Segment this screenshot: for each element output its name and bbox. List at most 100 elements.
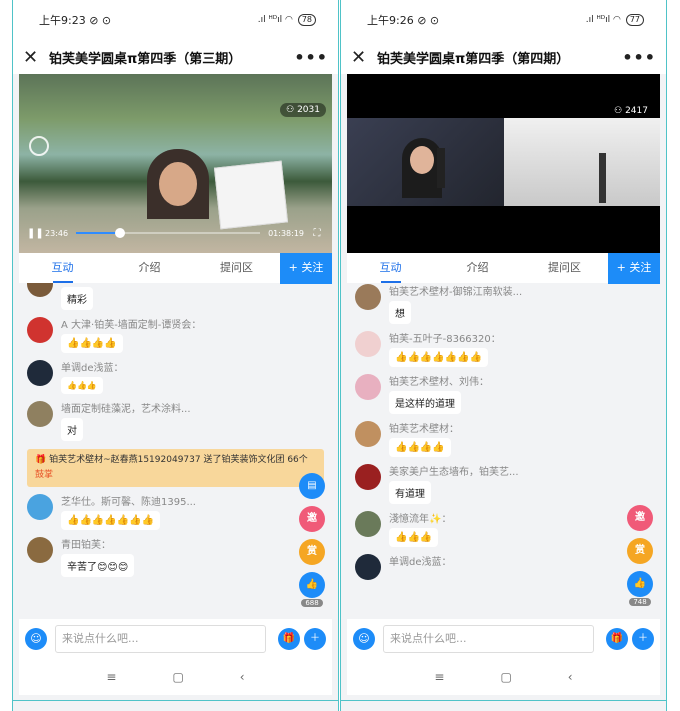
invite-button[interactable]: 邀 [627,505,653,531]
more-icon[interactable]: ••• [294,48,328,67]
avatar[interactable] [355,421,381,447]
avatar[interactable] [27,283,53,297]
follow-button[interactable]: + 关注 [280,252,332,284]
chat-message: 芝华仕。斯可馨、陈迪1395... 👍👍👍👍👍👍👍 [19,487,332,530]
total-time: 01:38:19 [268,228,304,238]
avatar[interactable] [355,554,381,580]
tab-interact[interactable]: 互动 [347,253,434,283]
more-icon[interactable]: ••• [622,48,656,67]
title-bar: ✕ 铂芙美学圆桌π第四季（第三期） ••• [13,40,338,74]
plus-icon[interactable]: ＋ [304,628,326,650]
chat-message: 单调de浅蓝： 👍👍👍 [19,353,332,394]
close-icon[interactable]: ✕ [351,47,373,68]
chat-message: A 大津·铂芙-墙面定制-谭贤会： 👍👍👍👍 [19,310,332,353]
like-button[interactable]: 👍 [299,572,325,598]
chat-message: 铂芙艺术壁材-御锦江南软装... 想 [347,283,660,324]
tab-bar: 互动 介绍 提问区 + 关注 [347,252,660,284]
reward-button[interactable]: 赏 [627,538,653,564]
sender-name: 铂芙艺术壁材、刘伟： [389,377,489,387]
back-nav-icon[interactable]: ‹ [240,670,245,684]
menu-nav-icon[interactable]: ≡ [434,670,444,684]
progress-handle[interactable] [115,228,126,238]
tab-questions[interactable]: 提问区 [521,253,608,283]
chat-message: 铂芙艺术壁材： 👍👍👍👍 [347,414,660,457]
avatar[interactable] [27,401,53,427]
message-bubble: 👍👍👍👍 [61,334,123,353]
viewer-count: ⚇ 2031 [280,103,326,117]
avatar[interactable] [27,537,53,563]
chat-list[interactable]: 精彩 A 大津·铂芙-墙面定制-谭贤会： 👍👍👍👍 单调de浅蓝： 👍👍👍 墙面定制… [19,283,332,615]
rotate-icon[interactable] [29,136,49,156]
sender-name: 铂芙艺术壁材-御锦江南软装... [389,287,523,297]
reward-button[interactable]: 赏 [299,539,325,565]
message-bubble: 是这样的道理 [389,391,461,414]
microphone-stand [437,148,445,188]
gift-icon[interactable]: 🎁 [278,628,300,650]
chat-message: 墙面定制硅藻泥，艺术涂料... 对 [19,394,332,441]
comment-input[interactable]: 来说点什么吧... [55,625,266,653]
avatar[interactable] [27,317,53,343]
emoji-icon[interactable]: ☺ [25,628,47,650]
sender-name: 美家美户生态墙布，铂芙艺... [389,467,519,477]
home-nav-icon[interactable]: ▢ [172,670,183,684]
player-controls: ❚❚ 23:46 01:38:19 ⛶ [19,223,332,243]
back-nav-icon[interactable]: ‹ [568,670,573,684]
menu-nav-icon[interactable]: ≡ [106,670,116,684]
viewer-count: ⚇ 2417 [614,106,648,116]
chat-list[interactable]: 铂芙艺术壁材-御锦江南软装... 想 铂芙-五叶子-8366320： 👍👍👍👍👍👍👍… [347,283,660,615]
sender-name: 青田铂芙： [61,540,111,550]
gift-icon[interactable]: 🎁 [606,628,628,650]
invite-button[interactable]: 邀 [299,506,325,532]
divider [13,700,338,701]
status-bar: 上午9:23 ⊘ ⊙ .ıl ᴴᴰıl ◠ 78 [13,0,338,40]
avatar[interactable] [355,331,381,357]
close-icon[interactable]: ✕ [23,47,45,68]
sender-name: 墙面定制硅藻泥，艺术涂料... [61,404,191,414]
chat-message: 单调de浅蓝： [347,547,660,580]
speaker-face [159,162,197,206]
avatar[interactable] [355,374,381,400]
battery-icon: 78 [297,14,316,26]
input-bar: ☺ 来说点什么吧... 🎁 ＋ [19,619,332,659]
video-player[interactable]: ⚇ 2031 ❚❚ 23:46 01:38:19 ⛶ [19,74,332,253]
presenter-panel [503,118,660,206]
pause-icon[interactable]: ❚❚ [27,228,45,239]
message-bubble: 👍👍👍👍👍👍👍 [389,348,489,367]
follow-button[interactable]: + 关注 [608,252,660,284]
like-button[interactable]: 👍 [627,571,653,597]
avatar[interactable] [27,494,53,520]
avatar[interactable] [355,511,381,537]
home-nav-icon[interactable]: ▢ [500,670,511,684]
emoji-icon[interactable]: ☺ [353,628,375,650]
tab-intro[interactable]: 介绍 [434,253,521,283]
input-bar: ☺ 来说点什么吧... 🎁 ＋ [347,619,660,659]
avatar[interactable] [355,284,381,310]
note-icon[interactable]: ▤ [299,473,325,499]
sender-name: A 大津·铂芙-墙面定制-谭贤会： [61,320,202,330]
plus-icon[interactable]: ＋ [632,628,654,650]
like-count: 688 [301,599,323,607]
paper-document [213,160,289,230]
video-player[interactable]: ⚇ 2417 [347,74,660,253]
page-title: 铂芙美学圆桌π第四季（第三期） [49,51,242,67]
sender-name: 芝华仕。斯可馨、陈迪1395... [61,497,196,507]
signal-icon: .ıl ᴴᴰıl ◠ [585,15,621,25]
side-actions: ▤ 邀 赏 👍 688 [298,473,326,607]
elapsed-time: 23:46 [45,228,69,238]
divider [341,700,666,701]
avatar[interactable] [27,360,53,386]
like-count: 748 [629,598,651,606]
comment-input[interactable]: 来说点什么吧... [383,625,594,653]
side-actions: 邀 赏 👍 748 [626,505,654,606]
tab-questions[interactable]: 提问区 [193,253,280,283]
message-bubble: 辛苦了😊😊😊 [61,554,135,577]
progress-bar[interactable] [76,228,261,238]
status-time: 上午9:23 [39,14,86,27]
video-stream [347,118,660,206]
tab-intro[interactable]: 介绍 [106,253,193,283]
fullscreen-icon[interactable]: ⛶ [310,228,324,239]
message-bubble: 精彩 [61,287,93,310]
avatar[interactable] [355,464,381,490]
tab-interact[interactable]: 互动 [19,253,106,283]
nav-bar: ≡ ▢ ‹ [347,659,660,695]
